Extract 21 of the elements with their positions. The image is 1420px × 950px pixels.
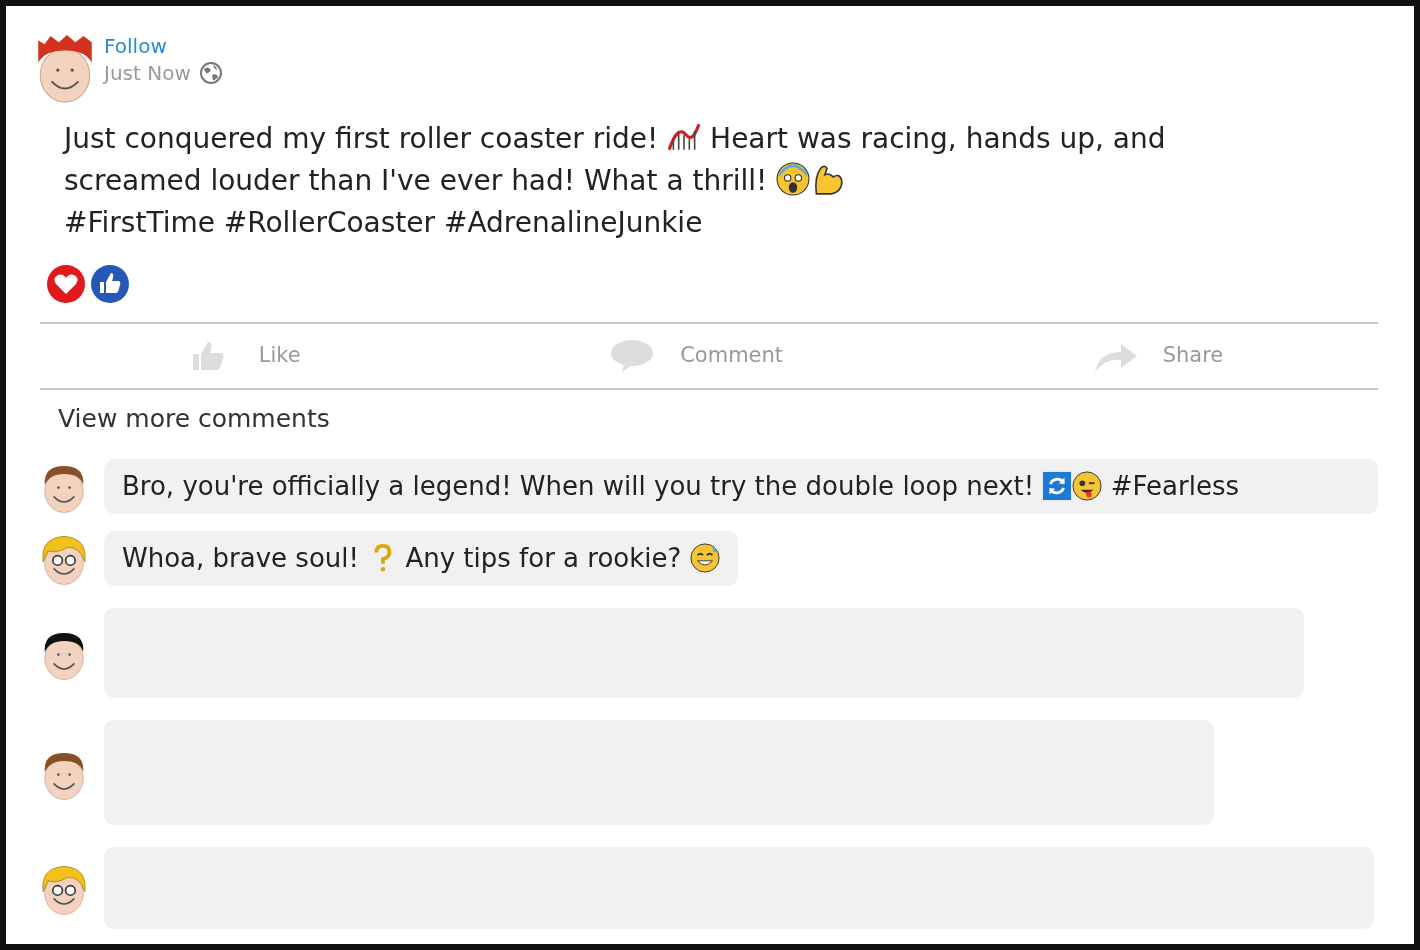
view-more-link[interactable]: View more comments: [58, 404, 330, 433]
text-run: #Fearless: [1109, 470, 1239, 501]
globe-icon: [198, 61, 223, 85]
action-button[interactable]: Share: [1092, 324, 1224, 388]
refresh-icon: [1042, 470, 1073, 501]
action-button[interactable]: Comment: [610, 324, 784, 388]
sweat-smile-icon: [689, 542, 720, 573]
text-run: screamed louder than I've ever had! What a thrill!: [64, 164, 769, 197]
text-run: Heart was racing, hands up, and: [709, 122, 1166, 155]
post-time: Just Now: [104, 60, 191, 86]
action-button[interactable]: Like: [188, 324, 301, 388]
screaming-face-icon: [776, 162, 811, 196]
heart-reaction-icon: [46, 264, 86, 304]
follow-link[interactable]: Follow: [104, 32, 223, 60]
text-run: Bro, you're officially a legend! When will you try the double loop next!: [122, 470, 1036, 501]
text-run: Whoa, brave soul!: [122, 542, 360, 573]
text-run: Just conquered my first roller coaster ride!: [64, 122, 660, 155]
text-run: Any tips for a rookie?: [404, 542, 683, 573]
post-text: #FirstTime #RollerCoaster #AdrenalineJunkie: [63, 205, 704, 241]
thumbs-up-reaction-icon: [90, 264, 130, 304]
winking-face-icon: [1072, 470, 1103, 501]
